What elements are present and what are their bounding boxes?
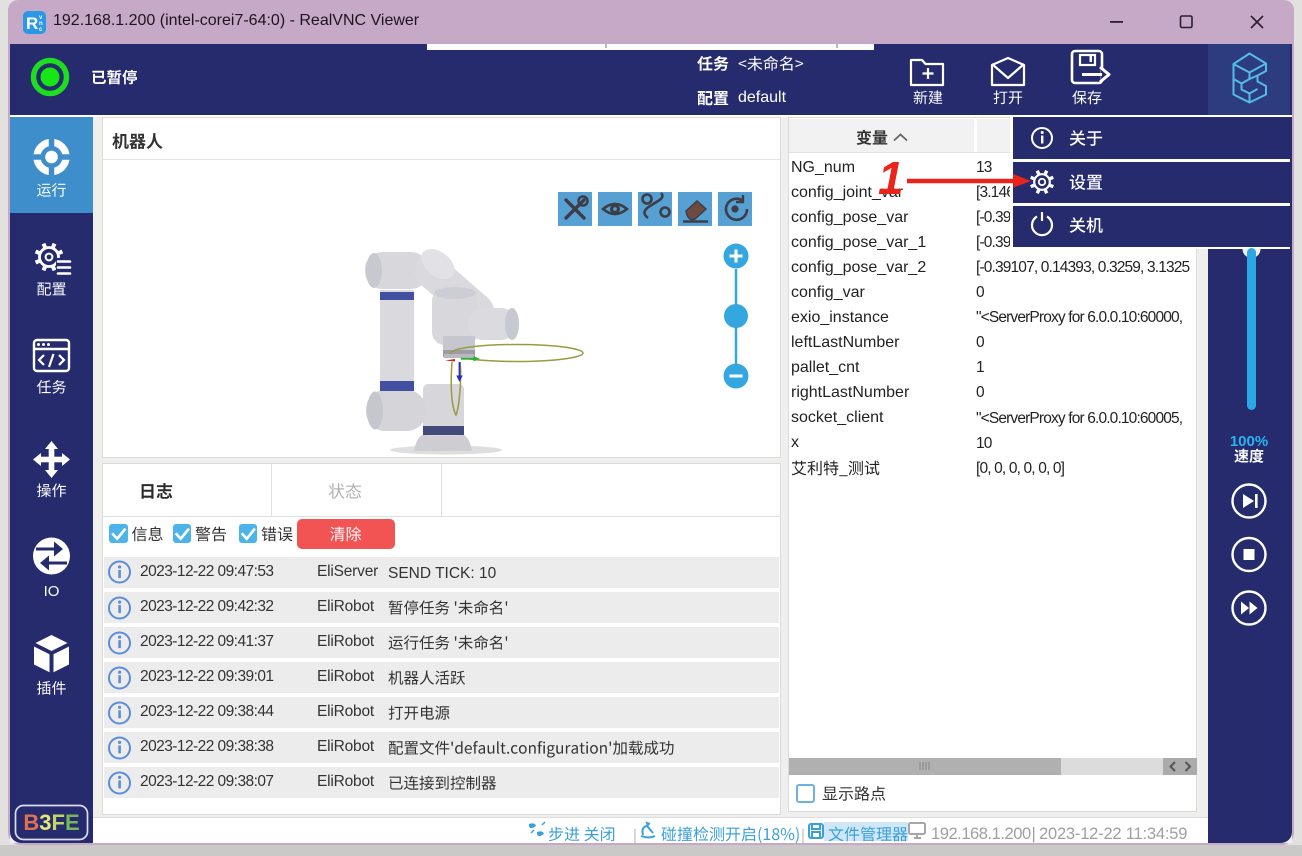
svg-text:SEND TICK: 10: SEND TICK: 10: [388, 565, 497, 582]
svg-text:100%: 100%: [1230, 433, 1268, 450]
svg-text:R: R: [26, 14, 38, 33]
svg-text:|: |: [801, 827, 805, 844]
svg-text:1: 1: [878, 152, 904, 204]
svg-text:IO: IO: [44, 583, 60, 600]
svg-text:|: |: [633, 827, 637, 844]
